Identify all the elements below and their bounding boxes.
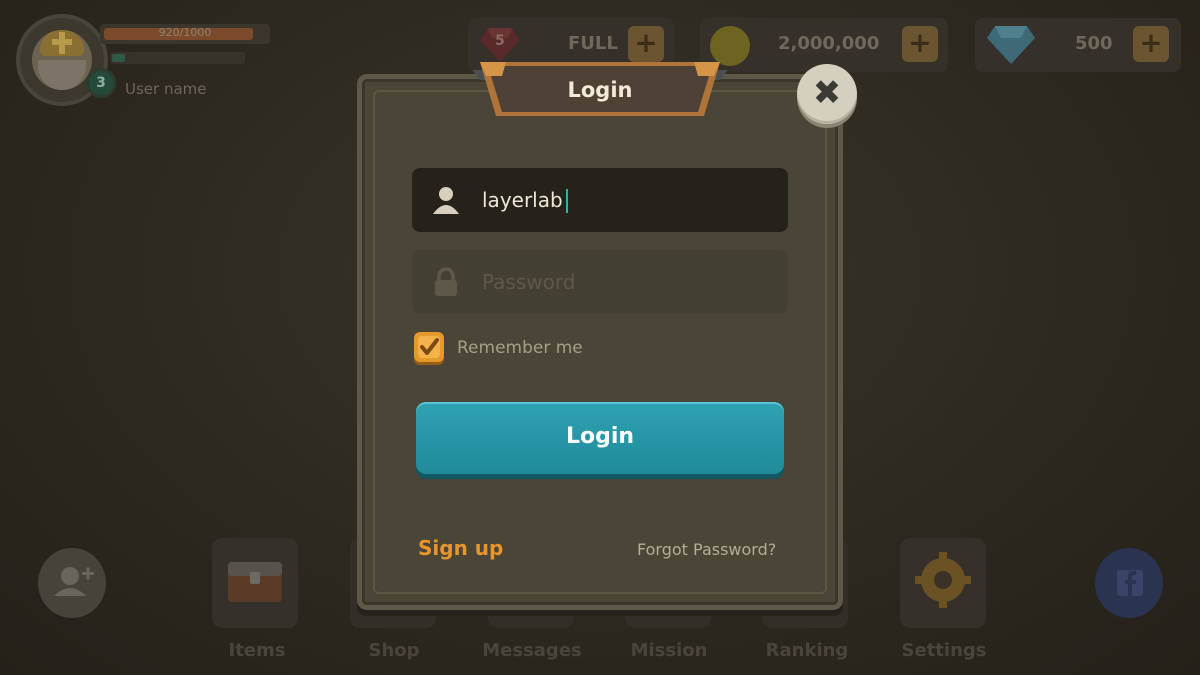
knight-portrait-icon xyxy=(32,30,92,90)
remember-me-checkbox[interactable] xyxy=(414,332,444,362)
lock-icon xyxy=(435,267,457,296)
gold-add-button[interactable]: + xyxy=(902,26,938,62)
remember-me-label: Remember me xyxy=(457,338,583,358)
gear-icon xyxy=(915,552,971,608)
xp-bar-fill xyxy=(112,54,125,62)
login-button[interactable]: Login xyxy=(416,402,784,474)
energy-badge: 5 xyxy=(495,33,505,49)
check-icon xyxy=(420,338,439,355)
gems-counter: 500 + xyxy=(975,18,1181,72)
username-label: User name xyxy=(125,80,207,98)
diamond-icon xyxy=(987,26,1035,64)
forgot-password-link[interactable]: Forgot Password? xyxy=(637,540,776,559)
nav-settings-label: Settings xyxy=(901,640,987,661)
add-friend-button[interactable] xyxy=(38,548,106,618)
facebook-button[interactable] xyxy=(1095,548,1163,618)
add-friend-icon xyxy=(54,567,94,596)
level-badge: 3 xyxy=(86,68,116,98)
nav-items-label: Items xyxy=(228,640,286,661)
hp-text: 920/1000 xyxy=(158,26,212,39)
nav-settings-button[interactable] xyxy=(900,538,986,628)
text-caret xyxy=(566,189,568,213)
nav-shop-label: Shop xyxy=(368,640,420,661)
xp-bar xyxy=(110,52,245,64)
close-button[interactable]: ✖ xyxy=(797,64,857,124)
nav-mission-label: Mission xyxy=(630,640,708,661)
dialog-title: Login xyxy=(567,78,633,102)
nav-messages-label: Messages xyxy=(482,640,582,661)
sign-up-link[interactable]: Sign up xyxy=(418,536,503,560)
nav-ranking-label: Ranking xyxy=(765,640,849,661)
facebook-icon xyxy=(1117,570,1143,596)
password-field[interactable] xyxy=(412,250,788,314)
gold-value: 2,000,000 xyxy=(778,33,880,54)
username-input[interactable] xyxy=(482,168,772,232)
energy-value: FULL xyxy=(568,33,618,54)
username-field[interactable] xyxy=(412,168,788,232)
gems-add-button[interactable]: + xyxy=(1133,26,1169,62)
close-icon: ✖ xyxy=(812,73,842,113)
nav-items-button[interactable] xyxy=(212,538,298,628)
hp-bar: 920/1000 xyxy=(100,24,270,44)
gems-value: 500 xyxy=(1075,33,1113,54)
password-input[interactable] xyxy=(482,250,772,314)
treasure-chest-icon xyxy=(228,562,282,602)
user-icon xyxy=(433,187,459,214)
